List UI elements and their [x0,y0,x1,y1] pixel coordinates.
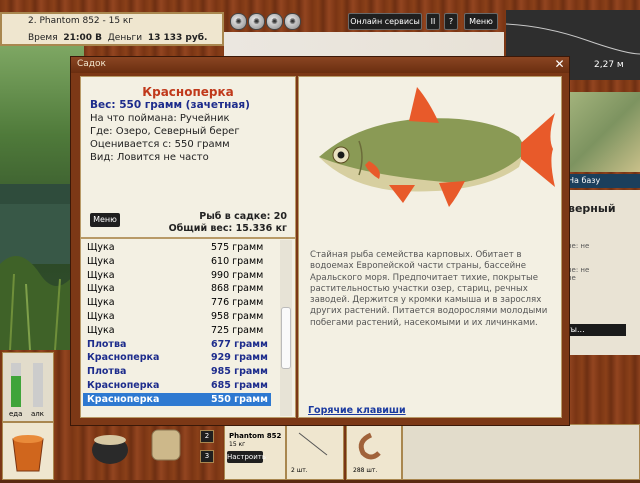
catch-fish-weight: 610 грамм [211,255,264,267]
pause-button[interactable]: II [426,13,440,30]
catch-fish-weight: 990 грамм [211,269,264,281]
fish-value: Оценивается с: 550 грамм [90,139,230,150]
list-item[interactable]: Щука 868 грамм [83,282,271,295]
close-icon[interactable]: ✕ [553,58,566,71]
time-label: Время [28,33,58,43]
reel-icon[interactable]: ✺ [284,13,301,30]
list-item[interactable]: Щука 776 грамм [83,296,271,309]
catch-list: Щука 575 грамм Щука 610 грамм Щука 990 грамм Щ… [80,238,296,418]
bait-slot[interactable]: 288 шт. [346,424,402,480]
rod-slot-name: Phantom 852 [229,432,282,440]
item-count: 288 шт. [353,467,378,474]
location-panel: верный ые: не ые: не ые ты... [566,190,640,355]
total-weight: Общий вес: 15.336 кг [168,223,287,234]
reel-icon[interactable]: ✺ [266,13,283,30]
list-item[interactable]: Щука 990 грамм [83,269,271,282]
catch-location: Где: Озеро, Северный берег [90,126,240,137]
catch-fish-weight: 958 грамм [211,311,264,322]
catch-fish-weight: 575 грамм [211,242,264,253]
scrollbar-thumb[interactable] [281,307,291,369]
fish-weight: Вес: 550 грамм (зачетная) [90,99,250,111]
dialog-header: Садок ✕ [71,57,569,73]
location-title: верный [568,202,616,215]
dialog-title: Садок [77,59,106,69]
item-count: 2 шт. [291,467,308,474]
meters-panel: еда алк [2,352,54,422]
money-label: Деньги [107,33,143,43]
catch-fish-name: Щука [87,255,115,267]
help-button[interactable]: ? [444,13,458,30]
list-item[interactable]: Щука 725 грамм [83,324,271,337]
reel-icon[interactable]: ✺ [248,13,265,30]
catch-fish-weight: 929 грамм [211,352,268,364]
catch-fish-name: Щука [87,297,115,309]
scenery-strip [224,32,504,56]
setup-button[interactable]: Настроить [227,451,266,463]
list-item[interactable]: Красноперка 685 грамм [83,379,271,392]
alcohol-meter [33,363,43,407]
alcohol-label: алк [31,410,44,418]
catch-fish-weight: 685 грамм [211,380,268,391]
location-bar[interactable]: ты... [566,324,626,336]
catch-fish-name: Красноперка [87,380,160,391]
time-value: 21:00 В [63,33,103,43]
menu-button[interactable]: Меню [464,13,498,30]
fish-picture-panel [298,76,562,418]
rod-slot[interactable]: Phantom 852 15 кг Настроить [224,424,286,480]
rudd-fish-illustration [319,87,555,207]
lake-map[interactable] [570,92,640,172]
fish-name: Красноперка [142,85,234,99]
catch-fish-weight: 677 грамм [211,338,268,350]
list-item[interactable]: Щука 958 грамм [83,310,271,323]
hotkeys-link[interactable]: Горячие клавиши [308,405,406,416]
catch-fish-weight: 985 грамм [211,366,268,378]
catch-fish-name: Щука [87,311,115,322]
catch-fish-name: Щука [87,324,115,336]
catch-fish-weight: 868 грамм [211,283,264,295]
list-item[interactable]: Щука 575 грамм [83,241,271,254]
catch-fish-name: Щука [87,242,115,253]
game-info-panel: 2. Phantom 852 - 15 кг Время 21:00 В Ден… [0,12,224,46]
catch-fish-name: Щука [87,269,115,281]
groundbait-bag-icon[interactable] [146,426,186,464]
catch-fish-name: Плотва [87,338,127,350]
empty-slots [402,424,640,480]
catch-fish-name: Плотва [87,366,127,378]
fish-count: Рыб в садке: 20 [199,211,287,222]
money-value: 13 133 руб. [147,33,208,43]
to-base-button[interactable]: На базу [566,174,640,188]
hook-icon [298,432,328,456]
bait-pot-icon[interactable] [88,424,132,468]
food-meter [11,363,21,407]
list-item[interactable]: Красноперка 550 грамм [83,392,271,406]
fish-menu-button[interactable]: Меню [90,213,120,227]
rod-slot-sub: 15 кг [229,441,246,448]
current-rod: 2. Phantom 852 - 15 кг [28,16,134,26]
list-item[interactable]: Плотва 677 грамм [83,338,271,351]
float-slot[interactable]: 2 шт. [286,424,344,480]
online-services-button[interactable]: Онлайн сервисы [348,13,422,30]
catch-fish-name: Щука [87,283,115,295]
bucket-icon [12,435,44,472]
caught-on: На что поймана: Ручейник [90,113,230,124]
food-label: еда [9,410,23,418]
fish-details-panel: Красноперка Вес: 550 грамм (зачетная) На… [80,76,296,238]
slot-number: 3 [200,450,214,463]
fish-species: Вид: Ловится не часто [90,152,209,163]
list-item[interactable]: Плотва 985 грамм [83,365,271,378]
list-item[interactable]: Красноперка 929 грамм [83,351,271,364]
slot-number: 2 [200,430,214,443]
worm-icon [358,432,381,460]
catch-fish-name: Красноперка [87,352,160,364]
depth-value: 2,27 м [594,60,624,70]
fish-description: Стайная рыба семейства карповых. Обитает… [310,250,548,328]
bucket-slot[interactable] [2,422,54,480]
catch-fish-weight: 776 грамм [211,297,264,309]
top-toolbar: ✺ ✺ ✺ ✺ Онлайн сервисы II ? Меню [224,0,504,30]
reel-icon[interactable]: ✺ [230,13,247,30]
catch-fish-weight: 550 грамм [211,393,268,405]
list-item[interactable]: Щука 610 грамм [83,255,271,268]
catch-fish-name: Красноперка [87,393,160,405]
catch-fish-weight: 725 грамм [211,324,264,336]
